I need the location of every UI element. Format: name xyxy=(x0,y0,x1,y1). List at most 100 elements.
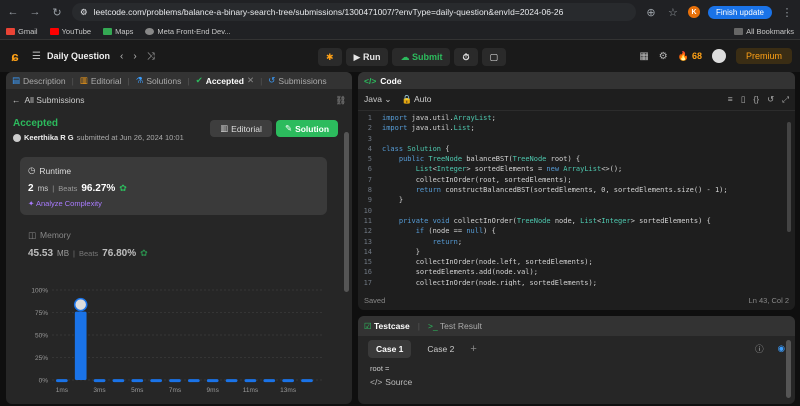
address-bar[interactable]: ⚙ leetcode.com/problems/balance-a-binary… xyxy=(72,3,636,21)
code-line[interactable]: 4 class Solution { xyxy=(358,145,795,155)
finish-update-button[interactable]: Finish update xyxy=(707,5,772,19)
tab-accepted[interactable]: ✔ Accepted ✕ xyxy=(196,75,255,86)
zoom-icon[interactable]: ⊕ xyxy=(644,5,658,19)
bookmark-maps[interactable]: Maps xyxy=(103,27,133,36)
back-arrow-icon[interactable]: ← xyxy=(12,95,21,105)
code-line[interactable]: 2 import java.util.List; xyxy=(358,124,795,134)
streak-counter[interactable]: 🔥 68 xyxy=(678,51,702,62)
chart-bar[interactable] xyxy=(301,379,313,383)
leetcode-logo-icon[interactable]: ɕ xyxy=(8,49,22,64)
star-icon[interactable]: ☆ xyxy=(666,5,680,19)
timer-icon[interactable]: ⏱ xyxy=(454,48,478,66)
chart-bar[interactable] xyxy=(74,311,87,380)
code-line[interactable]: 5 public TreeNode balanceBST(TreeNode ro… xyxy=(358,155,795,165)
shuffle-icon[interactable]: ⤨ xyxy=(147,51,155,62)
eye-icon[interactable]: ◉ xyxy=(778,343,785,355)
code-editor[interactable]: 1 import java.util.ArrayList; 2 import java… xyxy=(358,114,795,286)
code-line[interactable]: 13 return; xyxy=(358,238,795,248)
tab-solutions[interactable]: ⚗ Solutions xyxy=(136,75,182,86)
notes-icon[interactable]: ▢ xyxy=(481,48,507,66)
code-line[interactable]: 17 collectInOrder(node.right, sortedElem… xyxy=(358,279,795,286)
memory-title[interactable]: ◫ Memory xyxy=(28,230,71,241)
chart-bar[interactable] xyxy=(150,379,162,383)
testcase-scrollbar[interactable] xyxy=(786,340,791,398)
code-line[interactable]: 1 import java.util.ArrayList; xyxy=(358,114,795,124)
chart-bar[interactable] xyxy=(206,379,219,383)
daily-question-nav[interactable]: ☰ Daily Question xyxy=(32,51,110,62)
code-line[interactable]: 16 sortedElements.add(node.val); xyxy=(358,268,795,278)
auto-mode[interactable]: 🔒 Auto xyxy=(401,94,431,105)
chart-bar[interactable] xyxy=(169,379,181,383)
chart-bar[interactable] xyxy=(244,379,257,383)
code-line[interactable]: 6 List<Integer> sortedElements = new Arr… xyxy=(358,165,795,175)
bookmark-youtube[interactable]: YouTube xyxy=(49,27,91,36)
solution-button[interactable]: ✎ Solution xyxy=(276,120,338,137)
fullscreen-icon[interactable]: ⤢ xyxy=(782,94,789,105)
runtime-distribution-chart[interactable]: 100% 75% 50% 25% 0% 1ms 3ms 5ms 7ms 9ms 11ms 13ms xyxy=(30,286,330,396)
all-submissions-link[interactable]: All Submissions xyxy=(25,95,85,105)
code-line[interactable]: 11 private void collectInOrder(TreeNode … xyxy=(358,217,795,227)
premium-button[interactable]: Premium xyxy=(735,48,792,64)
runtime-title: ◷ Runtime xyxy=(28,165,72,176)
language-select[interactable]: Java ⌄ xyxy=(364,94,391,105)
bookmark-meta[interactable]: Meta Front-End Dev... xyxy=(145,27,231,36)
chart-bar[interactable] xyxy=(56,379,68,383)
tab-description[interactable]: ▤ Description xyxy=(12,75,66,86)
tab-editorial[interactable]: ▥ Editorial xyxy=(80,75,122,86)
chart-bar[interactable] xyxy=(263,379,276,383)
bookmark-gmail[interactable]: Gmail xyxy=(6,27,38,36)
profile-avatar[interactable]: K xyxy=(687,6,700,18)
close-tab-icon[interactable]: ✕ xyxy=(247,75,254,86)
runtime-card[interactable]: ◷ Runtime 2 ms | Beats 96.27% ✿ ✦ Analyze… xyxy=(20,157,327,215)
code-line[interactable]: 7 collectInOrder(root, sortedElements); xyxy=(358,176,795,186)
bookmark-icon[interactable]: ▯ xyxy=(741,94,746,105)
all-bookmarks[interactable]: All Bookmarks xyxy=(734,27,794,36)
x-tick-label: 1ms xyxy=(56,387,69,394)
code-scrollbar[interactable] xyxy=(787,122,791,232)
source-link[interactable]: </> Source xyxy=(358,375,795,389)
case-1-tab[interactable]: Case 1 xyxy=(368,340,412,358)
code-line[interactable]: 15 collectInOrder(node.left, sortedEleme… xyxy=(358,258,795,268)
tab-testcase[interactable]: ☑ Testcase xyxy=(364,321,410,332)
tab-test-result[interactable]: >_ Test Result xyxy=(428,321,482,331)
add-case-icon[interactable]: + xyxy=(470,343,476,355)
line-number: 8 xyxy=(367,186,372,195)
chart-bar[interactable] xyxy=(225,379,238,383)
editorial-button[interactable]: ▥ Editorial xyxy=(210,120,272,137)
user-avatar[interactable] xyxy=(711,49,726,63)
info-icon[interactable]: ⓘ xyxy=(755,343,764,355)
code-line[interactable]: 3 xyxy=(358,135,795,145)
prev-problem-icon[interactable]: ‹ xyxy=(120,51,123,62)
chart-bar[interactable] xyxy=(93,379,106,383)
chart-bar[interactable] xyxy=(131,379,144,383)
format-icon[interactable]: ≡ xyxy=(728,94,733,105)
debug-icon[interactable]: ✱ xyxy=(318,48,342,66)
grid-icon[interactable]: ▦ xyxy=(639,51,648,62)
menu-dots-icon[interactable]: ⋮ xyxy=(780,5,794,19)
code-line[interactable]: 8 return constructBalancedBST(sortedElem… xyxy=(358,186,795,196)
memory-value: 45.53 MB | Beats 76.80% ✿ xyxy=(28,248,148,259)
chart-bar[interactable] xyxy=(112,379,125,383)
braces-icon[interactable]: {} xyxy=(753,94,759,105)
chart-bar[interactable] xyxy=(282,379,294,383)
next-problem-icon[interactable]: › xyxy=(133,51,136,62)
case-2-tab[interactable]: Case 2 xyxy=(419,340,462,358)
link-icon[interactable]: ⛓ xyxy=(335,95,346,106)
settings-gear-icon[interactable]: ⚙ xyxy=(659,51,668,62)
site-info-icon[interactable]: ⚙ xyxy=(80,7,88,18)
code-line[interactable]: 14 } xyxy=(358,248,795,258)
code-line[interactable]: 10 xyxy=(358,207,795,217)
tab-submissions[interactable]: ↺ Submissions xyxy=(268,75,326,86)
analyze-complexity-link[interactable]: ✦ Analyze Complexity xyxy=(28,199,102,208)
reset-icon[interactable]: ↺ xyxy=(767,94,774,105)
submit-button[interactable]: ☁ Submit xyxy=(392,48,451,66)
chart-bar[interactable] xyxy=(188,379,200,383)
fire-icon: 🔥 xyxy=(677,50,689,61)
code-line[interactable]: 9 } xyxy=(358,196,795,206)
reload-icon[interactable]: ↻ xyxy=(50,5,64,19)
back-arrow-icon[interactable]: ← xyxy=(6,5,20,19)
code-line[interactable]: 12 if (node == null) { xyxy=(358,227,795,237)
run-button[interactable]: ▶ Run xyxy=(345,48,389,66)
left-scrollbar[interactable] xyxy=(344,132,349,292)
forward-arrow-icon[interactable]: → xyxy=(28,5,42,19)
